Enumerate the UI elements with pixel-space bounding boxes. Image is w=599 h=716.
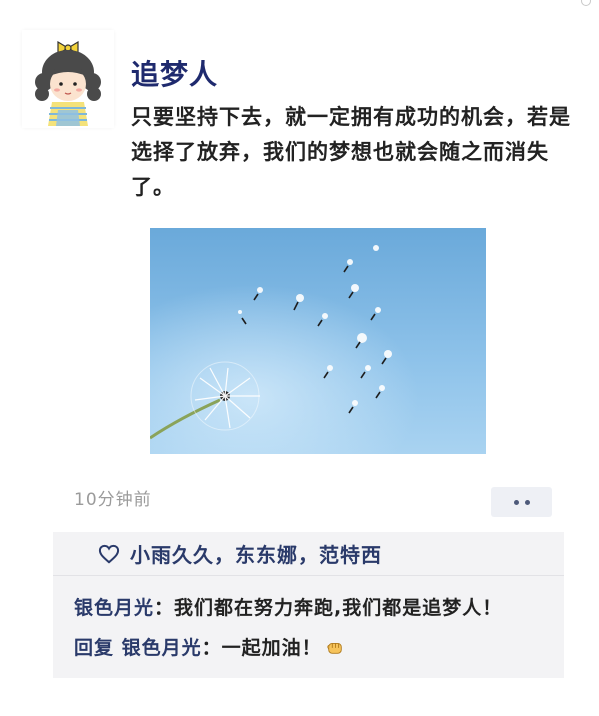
fist-emoji-icon [327,642,342,654]
more-dot-icon [513,499,519,505]
comment-item[interactable]: 银色月光：我们都在努力奔跑,我们都是追梦人！ [74,593,502,620]
comment-item[interactable]: 回复 银色月光：一起加油！ [74,633,344,660]
reply-prefix: 回复 [74,637,115,659]
heart-outline-icon [98,544,120,563]
dandelion-photo [150,228,486,454]
comment-author[interactable]: 银色月光 [74,597,154,619]
post-text: 只要坚持下去，就一定拥有成功的机会，若是选择了放弃，我们的梦想也就会随之而消失了… [131,105,571,199]
comment-author[interactable]: 银色月光 [122,637,202,659]
comment-text: 一起加油！ [221,637,322,659]
more-dot-icon [524,499,530,505]
girl-avatar-icon [22,30,114,128]
comment-separator: ： [154,597,175,619]
post-username[interactable]: 追梦人 [131,53,218,93]
user-avatar[interactable] [22,30,114,128]
comment-text: 我们都在努力奔跑,我们都是追梦人！ [174,597,503,619]
likes-row: 小雨久久，东东娜，范特西 [53,532,564,576]
post-timestamp: 10分钟前 [74,490,152,510]
corner-mark [581,0,591,6]
more-options-button[interactable] [491,487,552,517]
post-photo[interactable] [150,228,486,454]
comment-box: 小雨久久，东东娜，范特西 银色月光：我们都在努力奔跑,我们都是追梦人！ 回复 银… [53,532,564,678]
comment-separator: ： [201,637,222,659]
likes-names[interactable]: 小雨久久，东东娜，范特西 [130,539,382,568]
